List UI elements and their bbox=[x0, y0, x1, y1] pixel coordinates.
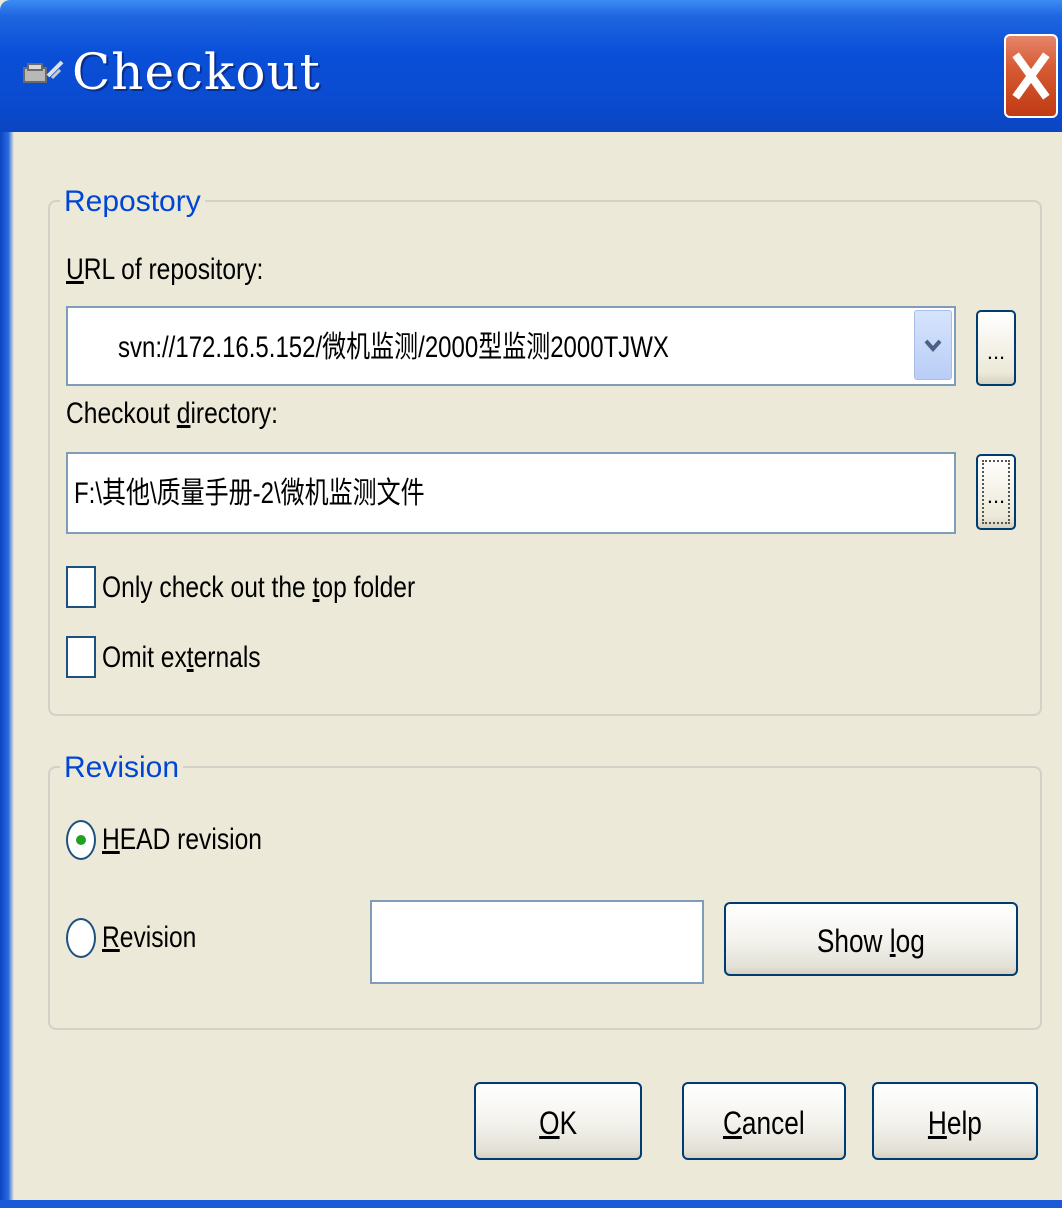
radio-selected-dot bbox=[76, 835, 86, 845]
help-button[interactable]: Help bbox=[872, 1082, 1038, 1160]
revision-group-label: Revision bbox=[60, 750, 184, 786]
title-bar[interactable]: Checkout bbox=[0, 0, 1062, 132]
tortoise-svn-icon bbox=[23, 60, 64, 83]
omit-externals-checkbox[interactable] bbox=[66, 636, 96, 678]
head-revision-label[interactable]: HEAD revision bbox=[102, 822, 262, 858]
url-label: URL of repository: bbox=[66, 253, 264, 286]
window-border-bottom bbox=[0, 1200, 1062, 1208]
omit-externals-label[interactable]: Omit externals bbox=[102, 640, 261, 676]
checkout-directory-label: Checkout directory: bbox=[66, 397, 278, 430]
checkout-dialog: Checkout Repostory URL of repository: sv… bbox=[0, 0, 1062, 1208]
only-top-folder-label[interactable]: Only check out the top folder bbox=[102, 570, 415, 606]
checkout-directory-browse-button[interactable]: ... bbox=[976, 454, 1016, 530]
checkout-directory-input[interactable]: F:\其他\质量手册-2\微机监测文件 bbox=[66, 452, 956, 534]
show-log-button[interactable]: Show log bbox=[724, 902, 1018, 976]
revision-input[interactable] bbox=[370, 900, 704, 984]
url-value: svn://172.16.5.152/微机监测/2000型监测2000TJWX bbox=[118, 331, 669, 364]
revision-label[interactable]: Revision bbox=[102, 920, 196, 956]
window-border-left bbox=[0, 132, 14, 1208]
cancel-button[interactable]: Cancel bbox=[682, 1082, 846, 1160]
checkout-directory-value: F:\其他\质量手册-2\微机监测文件 bbox=[74, 477, 425, 510]
repository-group-label: Repostory bbox=[60, 184, 205, 220]
url-combobox[interactable]: svn://172.16.5.152/微机监测/2000型监测2000TJWX bbox=[66, 306, 956, 386]
chevron-down-icon bbox=[924, 339, 942, 353]
ok-button[interactable]: OK bbox=[474, 1082, 642, 1160]
window-title: Checkout bbox=[72, 43, 321, 101]
revision-groupbox bbox=[48, 766, 1042, 1030]
close-button[interactable] bbox=[1004, 34, 1058, 118]
url-browse-button[interactable]: ... bbox=[976, 310, 1016, 386]
only-top-folder-checkbox[interactable] bbox=[66, 566, 96, 608]
url-dropdown-button[interactable] bbox=[914, 310, 952, 380]
revision-radio[interactable] bbox=[66, 918, 96, 958]
head-revision-radio[interactable] bbox=[66, 820, 96, 860]
close-icon bbox=[1012, 52, 1050, 100]
